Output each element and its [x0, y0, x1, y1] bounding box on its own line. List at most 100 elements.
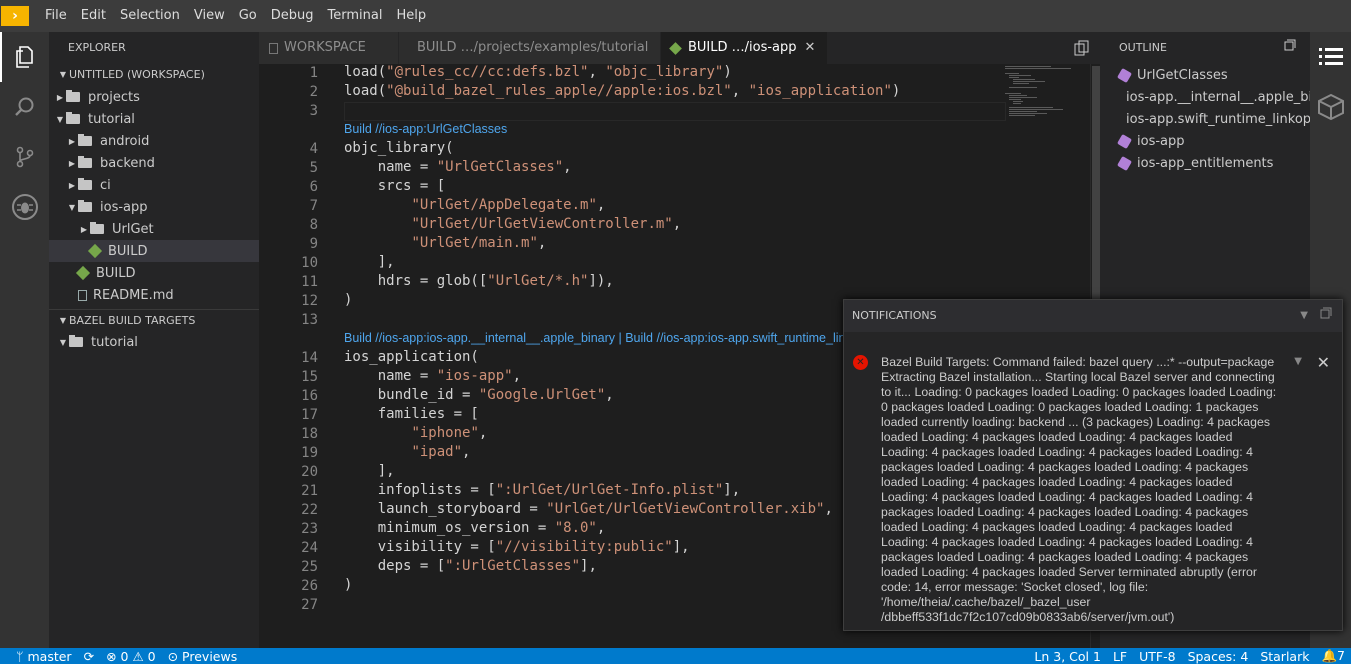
tree-item-build[interactable]: BUILD: [49, 240, 259, 262]
code-line[interactable]: deps = [":UrlGetClasses"],: [344, 558, 597, 574]
tree-item-projects[interactable]: ▶ projects: [49, 86, 259, 108]
code-line[interactable]: name = "UrlGetClasses",: [344, 159, 572, 175]
explorer-icon[interactable]: [0, 32, 49, 82]
tab-2[interactable]: BUILD …/ios-app ✕: [661, 32, 829, 64]
notifications-title: NOTIFICATIONS: [852, 309, 937, 322]
bazel-section-label: BAZEL BUILD TARGETS: [69, 313, 196, 327]
code-line[interactable]: ios_application(: [344, 349, 479, 365]
tree-item-label: tutorial: [88, 111, 135, 127]
notification-bell[interactable]: 🔔7: [1315, 648, 1351, 664]
language-status[interactable]: Starlark: [1254, 649, 1315, 664]
chevron-right-icon: ▶: [68, 158, 76, 168]
menu-help[interactable]: Help: [389, 0, 433, 32]
code-line[interactable]: hdrs = glob(["UrlGet/*.h"]),: [344, 273, 614, 289]
close-tab-icon[interactable]: ✕: [805, 32, 816, 64]
tree-item-ci[interactable]: ▶ ci: [49, 174, 259, 196]
code-line[interactable]: ): [344, 577, 352, 593]
tree-item-ios-app[interactable]: ▼ ios-app: [49, 196, 259, 218]
code-line[interactable]: load("@build_bazel_rules_apple//apple:io…: [344, 83, 900, 99]
tree-item-android[interactable]: ▶ android: [49, 130, 259, 152]
tree-item-label: backend: [100, 155, 155, 171]
folder-icon: [66, 90, 80, 102]
code-line[interactable]: "UrlGet/UrlGetViewController.m",: [344, 216, 681, 232]
code-line[interactable]: infoplists = [":UrlGet/UrlGet-Info.plist…: [344, 482, 740, 498]
code-line[interactable]: "UrlGet/main.m",: [344, 235, 546, 251]
codelens-build[interactable]: Build //ios-app:ios-app.__internal__.app…: [344, 331, 875, 345]
outline-item[interactable]: ios-app.swift_runtime_linkopts: [1100, 108, 1310, 130]
tree-item-readme-md[interactable]: README.md: [49, 284, 259, 306]
code-line[interactable]: ): [344, 292, 352, 308]
code-line[interactable]: bundle_id = "Google.UrlGet",: [344, 387, 614, 403]
line-number: 16: [301, 388, 318, 404]
minimap[interactable]: [1005, 64, 1090, 124]
menu-edit[interactable]: Edit: [74, 0, 113, 32]
bazel-tree-item[interactable]: ▼ tutorial: [49, 331, 259, 353]
outline-view-icon[interactable]: [1310, 32, 1351, 82]
outline-item[interactable]: UrlGetClasses: [1100, 64, 1310, 86]
debug-icon[interactable]: [0, 182, 49, 232]
codelens-build[interactable]: Build //ios-app:UrlGetClasses: [344, 122, 507, 136]
code-line[interactable]: name = "ios-app",: [344, 368, 521, 384]
code-line[interactable]: minimum_os_version = "8.0",: [344, 520, 606, 536]
code-line[interactable]: "iphone",: [344, 425, 487, 441]
bazel-cube-icon[interactable]: [1310, 82, 1351, 132]
menu-go[interactable]: Go: [232, 0, 264, 32]
split-editor-icon[interactable]: [1074, 40, 1090, 60]
code-line[interactable]: ],: [344, 463, 395, 479]
collapse-all-icon[interactable]: [1284, 32, 1296, 64]
bazel-section-header[interactable]: ▼ BAZEL BUILD TARGETS: [49, 309, 259, 331]
branch-status[interactable]: ᛘ master: [10, 649, 78, 664]
source-control-icon[interactable]: [0, 132, 49, 182]
eol-status[interactable]: LF: [1107, 649, 1133, 664]
tree-item-tutorial[interactable]: ▼ tutorial: [49, 108, 259, 130]
folder-icon: [78, 200, 92, 212]
search-icon[interactable]: [0, 82, 49, 132]
tree-item-label: projects: [88, 89, 140, 105]
workspace-section-header[interactable]: ▼ UNTITLED (WORKSPACE): [49, 64, 259, 86]
indentation-status[interactable]: Spaces: 4: [1182, 649, 1255, 664]
menu-debug[interactable]: Debug: [264, 0, 321, 32]
code-line[interactable]: ],: [344, 254, 395, 270]
scrollbar-thumb[interactable]: [1092, 66, 1100, 302]
folder-icon: [66, 112, 80, 124]
symbol-icon: [1116, 133, 1133, 149]
code-line[interactable]: families = [: [344, 406, 479, 422]
code-line[interactable]: "UrlGet/AppDelegate.m",: [344, 197, 605, 213]
menu-view[interactable]: View: [187, 0, 232, 32]
menu-terminal[interactable]: Terminal: [321, 0, 390, 32]
code-line[interactable]: load("@rules_cc//cc:defs.bzl", "objc_lib…: [344, 64, 732, 80]
outline-item[interactable]: ios-app_entitlements: [1100, 152, 1310, 174]
close-notification-icon[interactable]: ✕: [1317, 353, 1330, 372]
folder-icon: [69, 335, 83, 347]
code-line[interactable]: objc_library(: [344, 140, 454, 156]
line-number: 23: [301, 521, 318, 537]
tree-item-label: android: [100, 133, 150, 149]
menu-selection[interactable]: Selection: [113, 0, 187, 32]
line-number: 6: [309, 179, 318, 195]
file-icon: [269, 42, 278, 54]
code-line[interactable]: srcs = [: [344, 178, 445, 194]
tab-1[interactable]: BUILD …/projects/examples/tutorial: [399, 32, 661, 64]
tree-item-build[interactable]: BUILD: [49, 262, 259, 284]
app-logo-icon: ›: [0, 4, 30, 28]
code-line[interactable]: visibility = ["//visibility:public"],: [344, 539, 690, 555]
menu-file[interactable]: File: [38, 0, 74, 32]
cursor-position[interactable]: Ln 3, Col 1: [1028, 649, 1107, 664]
chevron-down-icon[interactable]: ▼: [1300, 300, 1308, 332]
line-number: 1: [309, 65, 318, 81]
line-number: 15: [301, 369, 318, 385]
sync-icon[interactable]: ⟳: [78, 649, 100, 664]
outline-item[interactable]: ios-app: [1100, 130, 1310, 152]
tab-0[interactable]: WORKSPACE: [259, 32, 399, 64]
expand-notification-icon[interactable]: ▼: [1294, 356, 1302, 367]
code-line[interactable]: launch_storyboard = "UrlGet/UrlGetViewCo…: [344, 501, 833, 517]
tree-item-urlget[interactable]: ▶ UrlGet: [49, 218, 259, 240]
code-line[interactable]: "ipad",: [344, 444, 470, 460]
clear-all-icon[interactable]: [1320, 300, 1332, 332]
previews-status[interactable]: ⊙ Previews: [162, 649, 244, 664]
problems-status[interactable]: ⊗ 0 ⚠ 0: [100, 649, 162, 664]
outline-item[interactable]: ios-app.__internal__.apple_binary: [1100, 86, 1310, 108]
encoding-status[interactable]: UTF-8: [1133, 649, 1181, 664]
line-number: 27: [301, 597, 318, 613]
tree-item-backend[interactable]: ▶ backend: [49, 152, 259, 174]
